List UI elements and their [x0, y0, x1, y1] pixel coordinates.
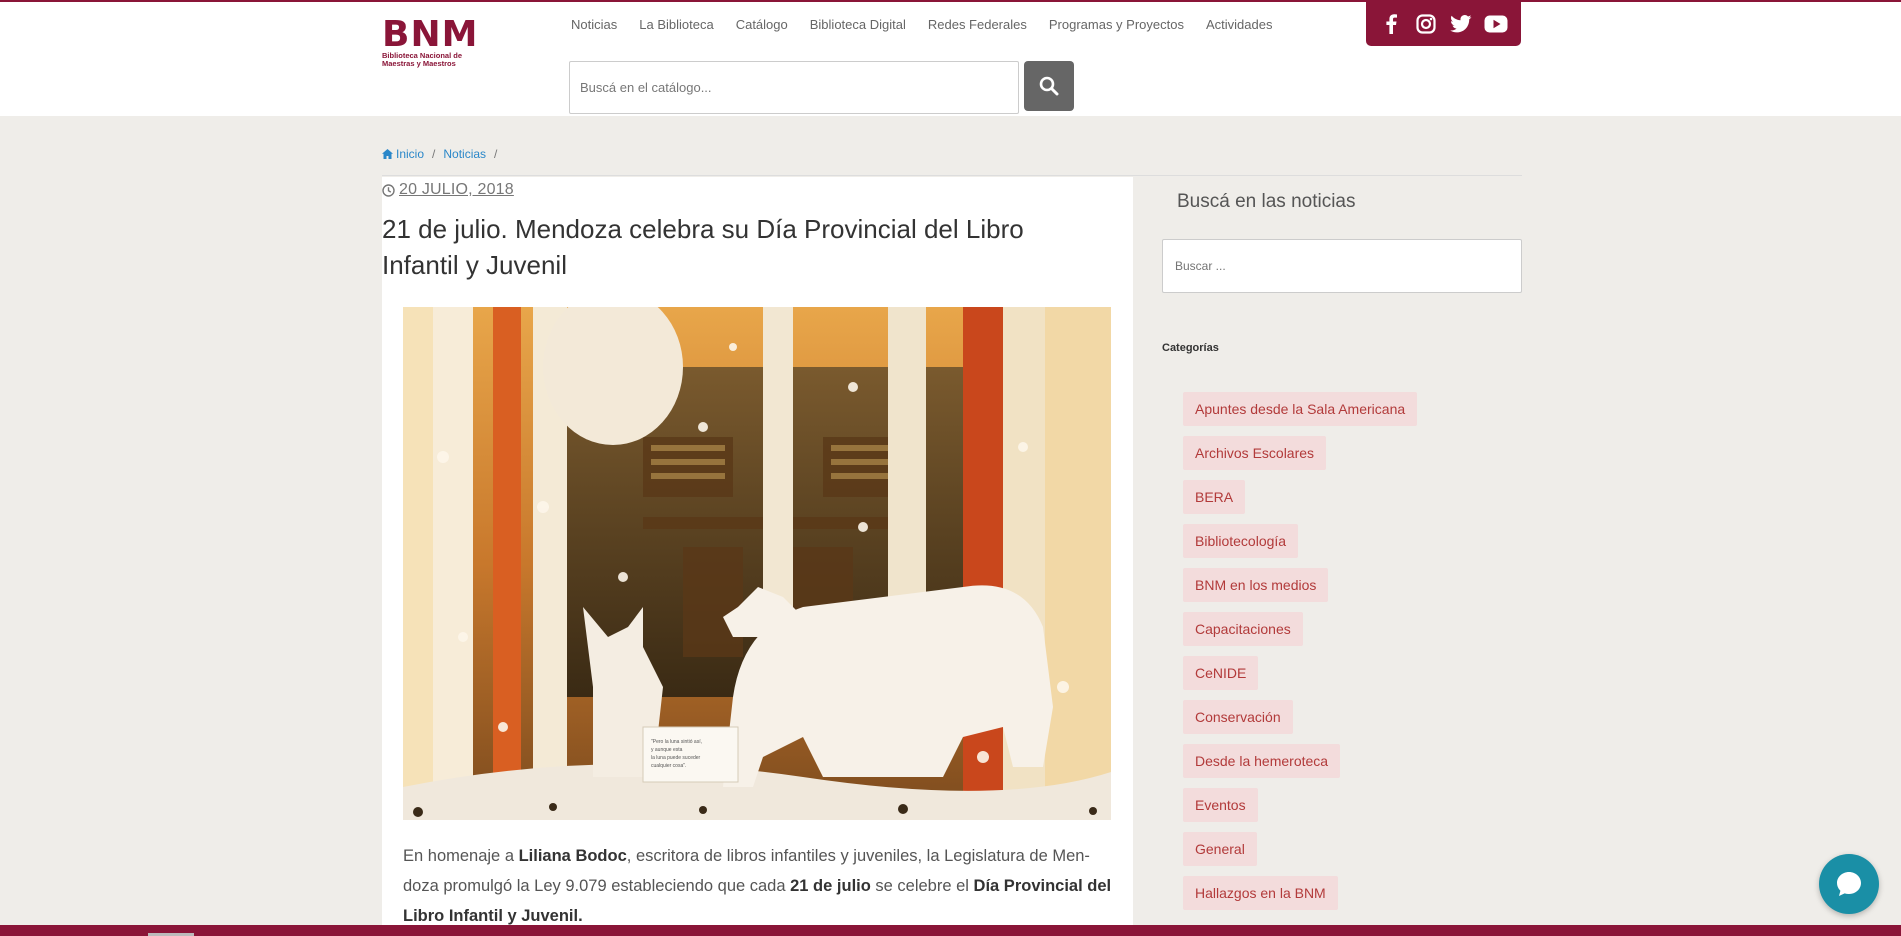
main-nav: Noticias La Biblioteca Catálogo Bibliote… — [560, 16, 1283, 34]
category-tag[interactable]: Eventos — [1183, 788, 1258, 822]
catalog-search — [569, 61, 1074, 114]
category-tag[interactable]: CeNIDE — [1183, 656, 1259, 690]
category-tag[interactable]: Hallazgos en la BNM — [1183, 876, 1338, 910]
catalog-search-button[interactable] — [1024, 61, 1074, 111]
breadcrumb-separator: / — [494, 147, 498, 161]
chat-icon — [1837, 872, 1861, 896]
social-links — [1366, 2, 1521, 46]
svg-text:la luna puede suceder: la luna puede suceder — [651, 755, 701, 761]
category-tag[interactable]: Bibliotecología — [1183, 524, 1299, 558]
post-title: 21 de julio. Mendoza celebra su Día Prov… — [382, 214, 1024, 280]
breadcrumb-home-label: Inicio — [396, 147, 425, 161]
post-body: En homenaje a Liliana Bodoc, escritora d… — [403, 841, 1115, 931]
twitter-icon[interactable] — [1448, 11, 1474, 37]
category-tag[interactable]: BERA — [1183, 480, 1246, 514]
nav-programas-proyectos[interactable]: Programas y Proyectos — [1038, 16, 1195, 34]
nav-noticias[interactable]: Noticias — [560, 16, 628, 34]
bnm-logo[interactable]: BNM Biblioteca Nacional de Maestras y Ma… — [382, 14, 492, 68]
bottom-accent-bar — [0, 925, 1901, 936]
categories-list: Apuntes desde la Sala Americana Archivos… — [1183, 392, 1418, 910]
breadcrumb-separator: / — [432, 147, 436, 161]
nav-biblioteca-digital[interactable]: Biblioteca Digital — [799, 16, 917, 34]
category-tag[interactable]: General — [1183, 832, 1257, 866]
news-search-input[interactable] — [1162, 239, 1522, 293]
nav-redes-federales[interactable]: Redes Federales — [917, 16, 1038, 34]
content-divider — [382, 175, 1522, 176]
svg-text:y aunque esta: y aunque esta — [651, 747, 683, 753]
logo-mark: BNM — [382, 14, 479, 55]
catalog-search-input[interactable] — [569, 61, 1019, 114]
body-bold-author: Liliana Bodoc — [518, 847, 627, 865]
home-icon — [382, 149, 393, 159]
categories-title: Categorías — [1162, 342, 1219, 354]
post-date: 20 JULIO, 2018 — [382, 181, 514, 199]
search-icon — [1039, 76, 1059, 96]
news-article: 20 JULIO, 2018 21 de julio. Mendoza cele… — [382, 177, 1133, 936]
youtube-icon[interactable] — [1483, 11, 1509, 37]
site-header: BNM Biblioteca Nacional de Maestras y Ma… — [0, 2, 1901, 116]
category-tag[interactable]: Conservación — [1183, 700, 1293, 734]
sidebar-title: Buscá en las noticias — [1177, 191, 1356, 212]
category-tag[interactable]: Apuntes desde la Sala Americana — [1183, 392, 1418, 426]
instagram-icon[interactable] — [1413, 11, 1439, 37]
post-image: "Pero la luna sintió así, y aunque esta … — [403, 307, 1111, 820]
nav-la-biblioteca[interactable]: La Biblioteca — [628, 16, 724, 34]
svg-text:cualquier cosa".: cualquier cosa". — [651, 763, 686, 769]
breadcrumb: Inicio / Noticias / — [382, 147, 497, 161]
svg-text:"Pero la luna sintió así,: "Pero la luna sintió así, — [651, 739, 702, 745]
clock-icon — [382, 183, 395, 197]
nav-catalogo[interactable]: Catálogo — [725, 16, 799, 34]
category-tag[interactable]: Desde la hemeroteca — [1183, 744, 1341, 778]
chat-button[interactable] — [1819, 854, 1879, 914]
category-tag[interactable]: BNM en los medios — [1183, 568, 1329, 602]
nav-actividades[interactable]: Actividades — [1195, 16, 1283, 34]
category-tag[interactable]: Capacitaciones — [1183, 612, 1303, 646]
body-text: En homenaje a — [403, 847, 519, 865]
body-text: se celebre el — [870, 877, 974, 895]
post-date-link[interactable]: 20 JULIO, 2018 — [399, 181, 514, 199]
breadcrumb-home[interactable]: Inicio — [382, 147, 424, 161]
body-bold-date: 21 de julio — [790, 877, 871, 895]
breadcrumb-noticias[interactable]: Noticias — [443, 147, 486, 161]
facebook-icon[interactable] — [1378, 11, 1404, 37]
category-tag[interactable]: Archivos Escolares — [1183, 436, 1327, 470]
